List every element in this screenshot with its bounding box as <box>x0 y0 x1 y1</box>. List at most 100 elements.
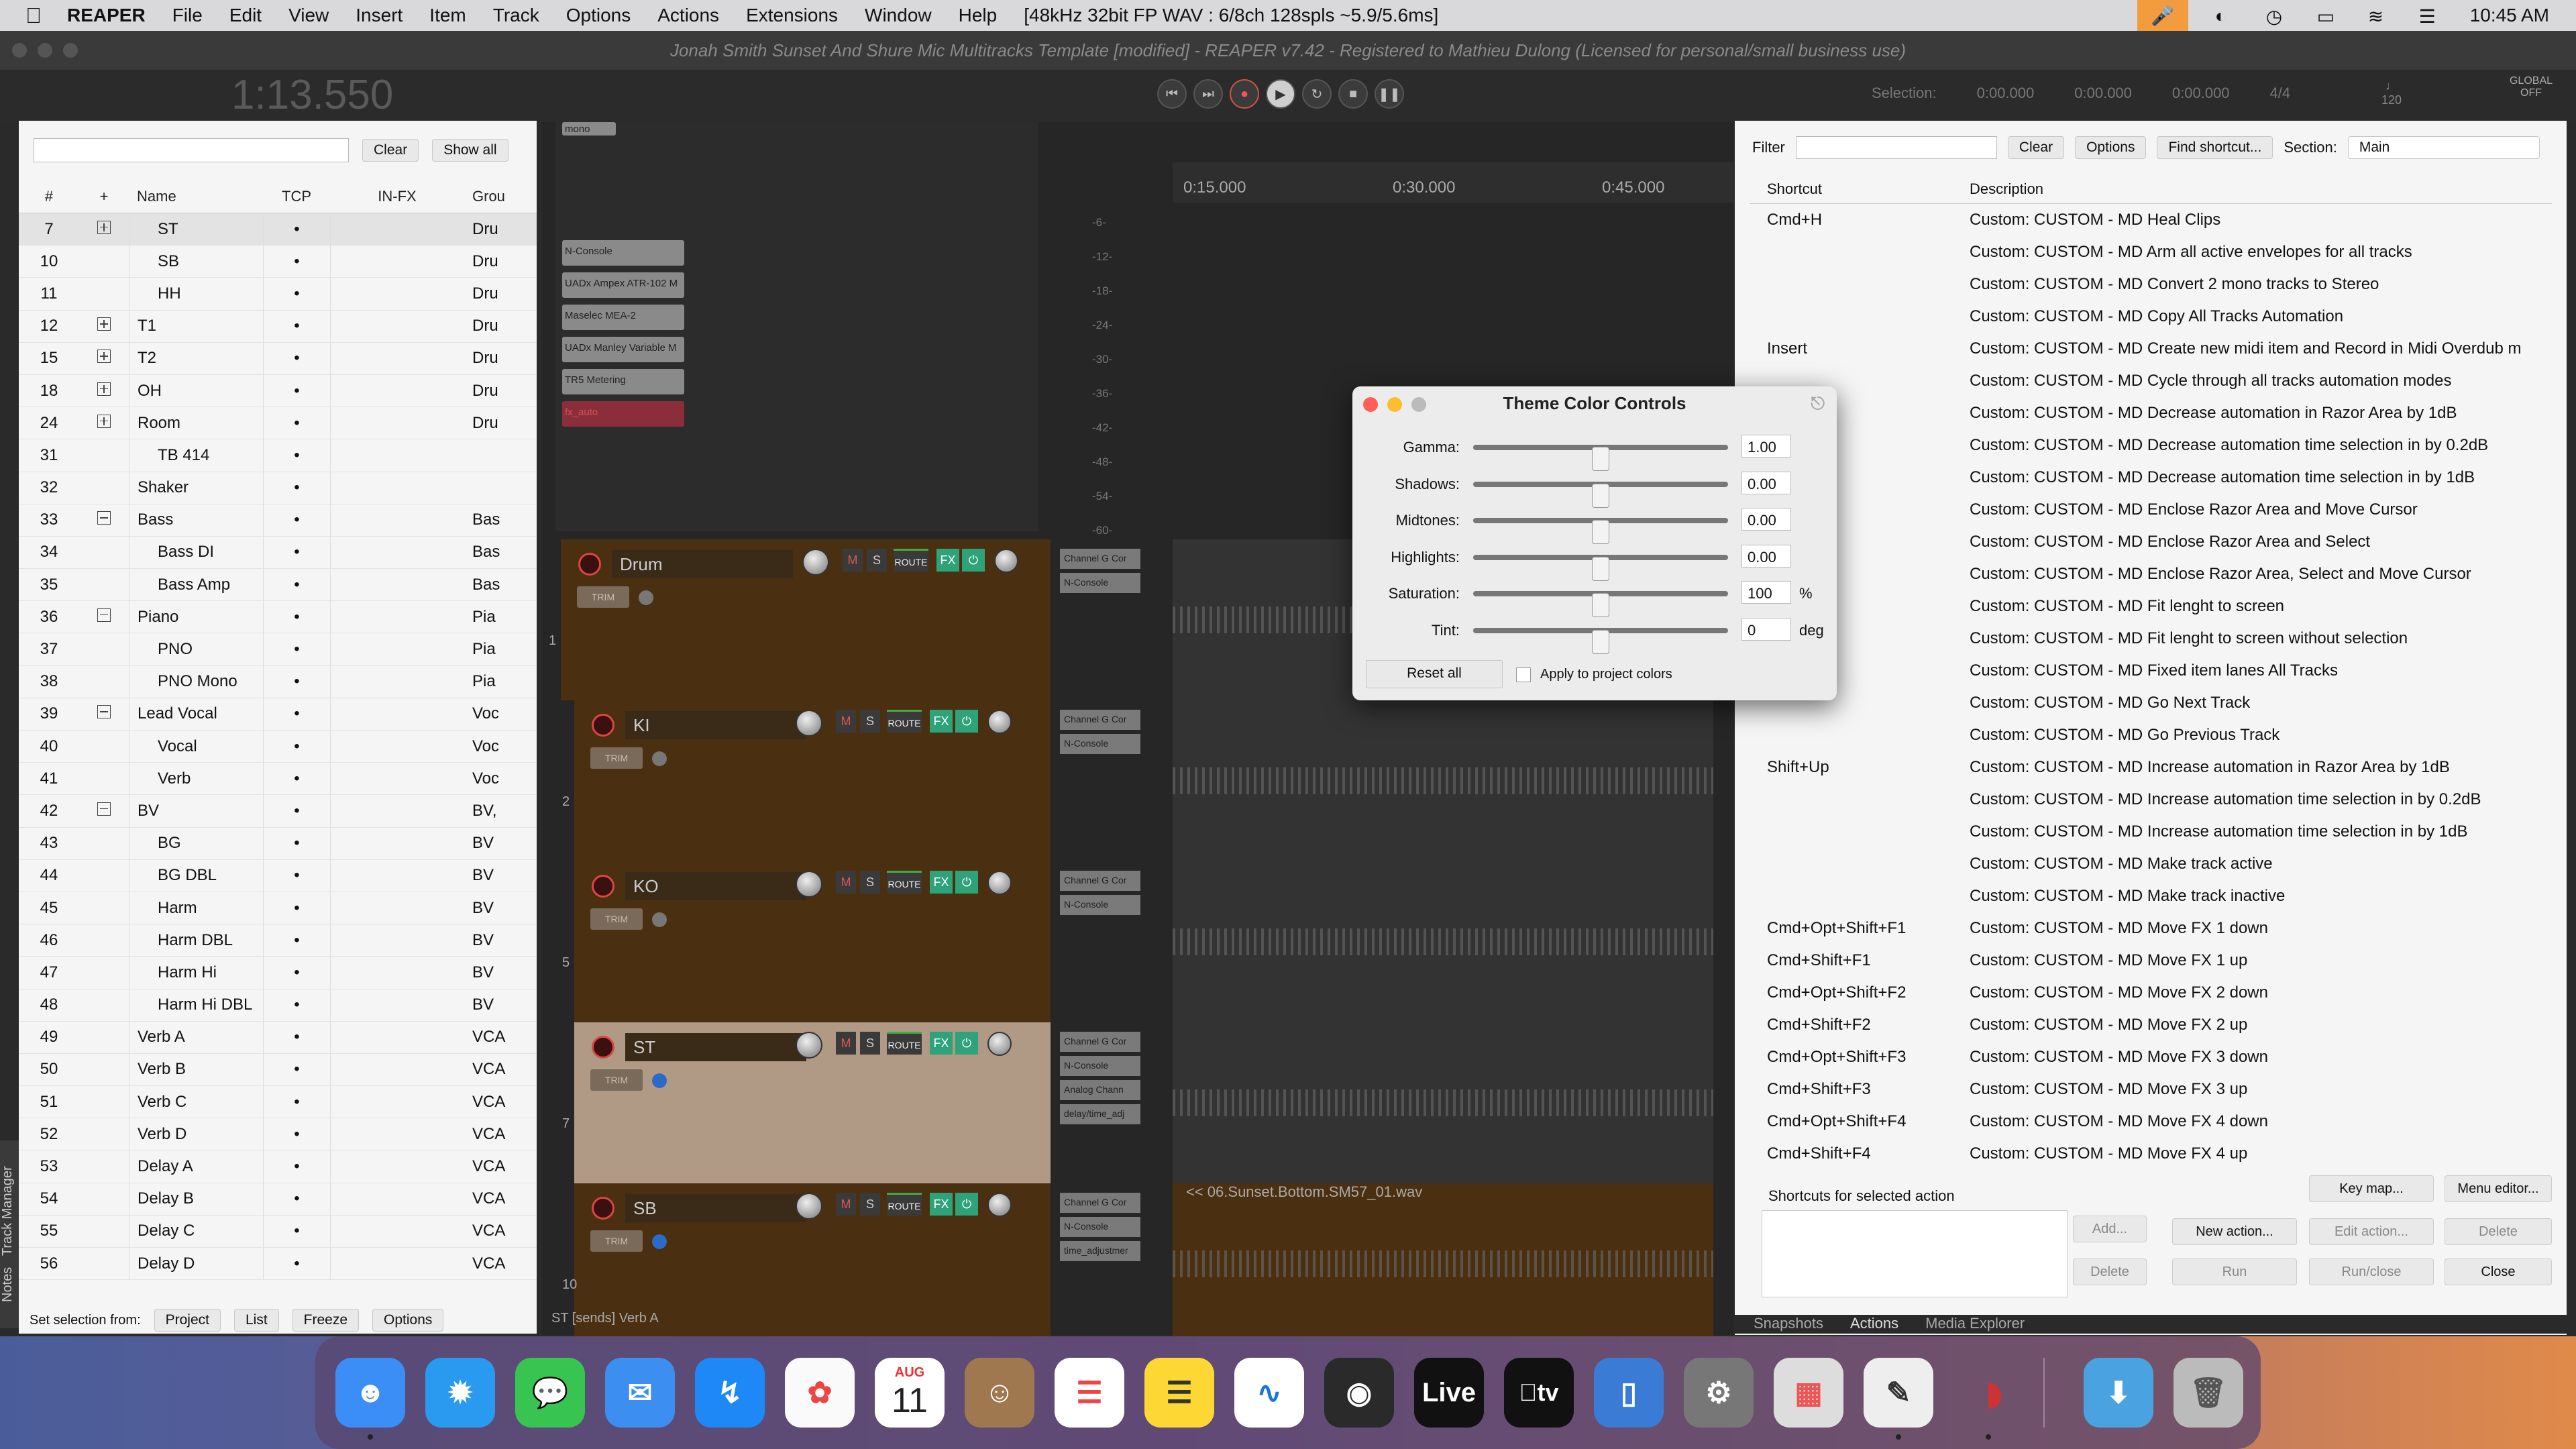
key-map-button[interactable]: Key map... <box>2309 1175 2434 1202</box>
expand-icon[interactable] <box>97 317 111 331</box>
menu-options[interactable]: Options <box>553 5 645 26</box>
track-name[interactable]: Room <box>129 407 263 439</box>
action-row[interactable]: Cmd+Shift+F1 Custom: CUSTOM - MD Move FX … <box>1735 945 2567 977</box>
slider-value[interactable]: 1.00 <box>1741 435 1791 458</box>
run-button[interactable]: Run <box>2172 1258 2297 1285</box>
pan-knob[interactable] <box>987 1193 1012 1217</box>
track-row[interactable]: 39 Lead Vocal • Voc <box>19 698 537 731</box>
action-row[interactable]: Cmd+Shift+F4 Custom: CUSTOM - MD Move FX … <box>1735 1138 2567 1170</box>
tcp-toggle[interactable]: • <box>263 569 330 601</box>
track-name[interactable]: Verb <box>129 763 263 795</box>
action-row[interactable]: Custom: CUSTOM - MD Increase automation … <box>1735 784 2567 816</box>
microphone-icon[interactable]: 🎤 <box>2137 0 2188 31</box>
tcp-toggle[interactable]: • <box>263 342 330 374</box>
action-row[interactable]: Cmd+Opt+Shift+F3 Custom: CUSTOM - MD Move… <box>1735 1041 2567 1073</box>
infx-cell[interactable] <box>330 601 464 633</box>
reminders-icon[interactable]: ☰ <box>1055 1358 1124 1428</box>
route-button[interactable]: ROUTE <box>894 549 928 572</box>
expand-icon[interactable] <box>97 382 111 396</box>
track-row[interactable]: 56 Delay D • VCA <box>19 1248 537 1281</box>
track-group[interactable]: Voc <box>464 704 518 723</box>
fx-bypass-icon[interactable]: ⏻ <box>955 1032 978 1055</box>
track-group[interactable]: VCA <box>464 1093 518 1112</box>
volume-knob[interactable] <box>796 871 822 898</box>
tcp-toggle[interactable]: • <box>263 957 330 989</box>
track-name[interactable]: Harm Hi DBL <box>129 989 263 1021</box>
volume-knob[interactable] <box>796 1032 822 1059</box>
slider-value[interactable]: 0.00 <box>1741 544 1791 568</box>
infx-cell[interactable] <box>330 1053 464 1086</box>
track-group[interactable]: Pia <box>464 672 518 691</box>
track-name[interactable]: Harm Hi <box>129 957 263 989</box>
track-row[interactable]: 35 Bass Amp • Bas <box>19 569 537 602</box>
action-row[interactable]: Custom: CUSTOM - MD Cycle through all tr… <box>1735 365 2567 397</box>
action-row[interactable]: Custom: CUSTOM - MD Decrease automation … <box>1735 429 2567 462</box>
phase-icon[interactable] <box>652 1234 667 1249</box>
action-row[interactable]: Cmd+H Custom: CUSTOM - MD Heal Clips <box>1735 204 2567 236</box>
solo-button[interactable]: S <box>860 1032 880 1055</box>
expand-toggle[interactable] <box>79 704 129 723</box>
dark-mode-icon[interactable]: ◐ <box>2215 5 2239 26</box>
edit-action-button[interactable]: Edit action... <box>2309 1218 2434 1245</box>
tcp-toggle[interactable]: • <box>263 472 330 504</box>
action-row[interactable]: Cmd+Shift+F2 Custom: CUSTOM - MD Move FX … <box>1735 1009 2567 1041</box>
tab-actions[interactable]: Actions <box>1850 1315 1898 1334</box>
timeline-ruler[interactable]: 0:15.000 0:30.000 0:45.000 <box>1173 162 1733 203</box>
route-button[interactable]: ROUTE <box>887 871 922 894</box>
track-panel[interactable]: 7 ST M S ROUTE FX ⏻ TRIM Channel G Cor N-Console A… <box>562 1022 1140 1183</box>
fx-button[interactable]: FX <box>936 549 959 572</box>
tcp-toggle[interactable]: • <box>263 1053 330 1086</box>
track-name[interactable]: Delay C <box>129 1215 263 1247</box>
infx-cell[interactable] <box>330 213 464 246</box>
slider-track[interactable] <box>1473 445 1728 471</box>
track-name[interactable]: Lead Vocal <box>129 698 263 730</box>
track-row[interactable]: 24 Room • Dru <box>19 407 537 440</box>
send-slot[interactable]: N-Console <box>1060 1217 1140 1237</box>
dialog-zoom-button[interactable] <box>1411 397 1426 412</box>
track-name-label[interactable]: KO <box>625 872 806 900</box>
list-button[interactable]: List <box>233 1309 279 1332</box>
col-shortcut[interactable]: Shortcut <box>1767 180 1970 198</box>
new-action-button[interactable]: New action... <box>2172 1218 2297 1245</box>
slider-thumb[interactable] <box>1592 629 1609 654</box>
tcp-toggle[interactable]: • <box>263 924 330 957</box>
send-slot[interactable]: Channel G Cor <box>1060 549 1140 569</box>
action-row[interactable]: Custom: CUSTOM - MD Enclose Razor Area, … <box>1735 558 2567 590</box>
infx-cell[interactable] <box>330 310 464 342</box>
clear-filter-button[interactable]: Clear <box>2007 136 2065 159</box>
volume-knob[interactable] <box>802 549 829 576</box>
volume-knob[interactable] <box>796 1193 822 1220</box>
go-start-button[interactable]: ⏮ <box>1157 79 1187 109</box>
track-row[interactable]: 11 HH • Dru <box>19 278 537 311</box>
tab-media-explorer[interactable]: Media Explorer <box>1925 1315 2025 1334</box>
track-panel[interactable]: 5 KO M S ROUTE FX ⏻ TRIM Channel G Cor N-Console <box>562 861 1140 1022</box>
trim-button[interactable]: TRIM <box>590 1230 643 1252</box>
track-group[interactable]: Bas <box>464 511 518 529</box>
send-slot[interactable]: N-Console <box>1060 1056 1140 1076</box>
track-row[interactable]: 52 Verb D • VCA <box>19 1118 537 1151</box>
action-row[interactable]: Custom: CUSTOM - MD Fit lenght to screen <box>1735 590 2567 623</box>
menubar-clock[interactable]: 10:45 AM <box>2470 5 2549 26</box>
track-group[interactable]: BV <box>464 963 518 982</box>
wifi-icon[interactable]: ≋ <box>2368 5 2392 27</box>
fx-slot[interactable]: N-Console <box>562 240 684 266</box>
solo-button[interactable]: S <box>860 710 880 733</box>
phase-icon[interactable] <box>652 912 667 927</box>
tcp-toggle[interactable]: • <box>263 407 330 439</box>
mute-button[interactable]: M <box>836 1032 856 1055</box>
infx-cell[interactable] <box>330 892 464 924</box>
action-row[interactable]: Custom: CUSTOM - MD Enclose Razor Area a… <box>1735 494 2567 526</box>
track-name[interactable]: OH <box>129 374 263 407</box>
slider-value[interactable]: 0 <box>1741 617 1791 641</box>
slider-thumb[interactable] <box>1592 447 1609 471</box>
fx-button[interactable]: FX <box>930 1032 953 1055</box>
action-row[interactable]: Cmd+Opt+Shift+F1 Custom: CUSTOM - MD Move… <box>1735 912 2567 945</box>
fx-bypass-icon[interactable]: ⏻ <box>955 1193 978 1216</box>
tcp-toggle[interactable]: • <box>263 504 330 536</box>
menu-extensions[interactable]: Extensions <box>733 5 851 26</box>
infx-cell[interactable] <box>330 278 464 310</box>
send-slot[interactable]: N-Console <box>1060 573 1140 593</box>
track-name-label[interactable]: SB <box>625 1194 806 1222</box>
run-close-button[interactable]: Run/close <box>2309 1258 2434 1285</box>
track-group[interactable]: BV, <box>464 802 518 820</box>
